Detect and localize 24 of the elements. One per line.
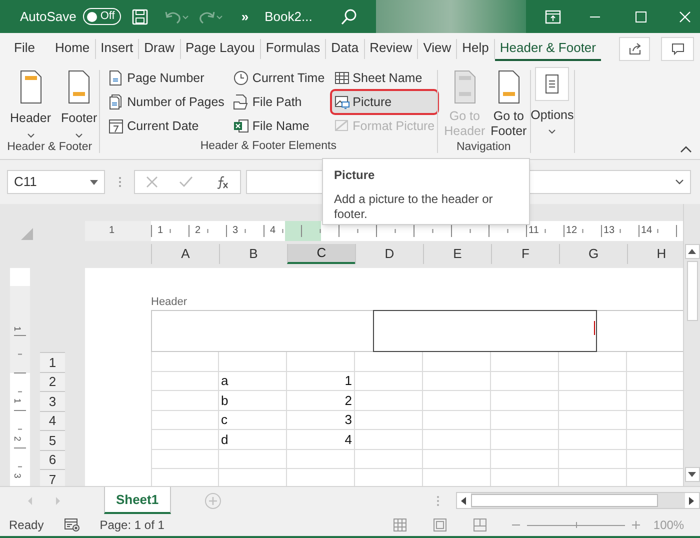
status-text: Ready xyxy=(9,517,44,534)
page-indicator: Page: 1 of 1 xyxy=(100,517,164,534)
tooltip-text: Add a picture to the header or footer. xyxy=(334,192,494,222)
group-label: Header & Footer xyxy=(6,140,94,155)
zoom-level: 100% xyxy=(653,517,684,534)
ruler-number: 2 xyxy=(195,224,201,238)
header-label: Header xyxy=(151,296,188,310)
ruler-number: 1 xyxy=(158,224,164,238)
ruler-number: 4 xyxy=(270,224,276,238)
ruler-number: 3 xyxy=(232,224,238,238)
group-label: Navigation xyxy=(455,140,512,155)
ruler-number: 13 xyxy=(604,224,615,238)
ruler-number: 1 xyxy=(109,224,115,238)
ruler-number: 3 xyxy=(11,473,24,478)
tooltip-title: Picture xyxy=(334,167,376,184)
ruler-number: 11 xyxy=(528,224,539,238)
autosave-label: AutoSave xyxy=(20,8,76,26)
document-title: Book2... xyxy=(264,8,312,26)
group-label: Header & Footer Elements xyxy=(199,139,338,154)
ruler-number: 14 xyxy=(641,224,652,238)
ruler-number: 1 xyxy=(11,398,24,404)
ruler-number: 2 xyxy=(11,436,24,441)
ruler-number: 1 xyxy=(11,326,24,332)
ruler-number: 12 xyxy=(566,224,578,238)
